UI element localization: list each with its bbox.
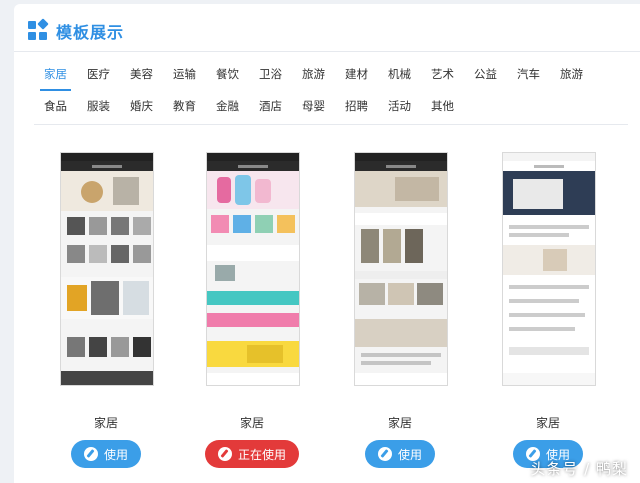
- template-label: 家居: [387, 416, 412, 430]
- category-tab[interactable]: 汽车: [507, 66, 550, 82]
- watermark: 头条号 / 鸭梨: [530, 460, 628, 478]
- category-filter: 家居 医疗 美容 运输 餐饮 卫浴 旅游 建材 机械 艺术 公益 汽车 旅游 食…: [34, 58, 614, 122]
- button-label: 使用: [103, 447, 128, 462]
- category-tab[interactable]: 医疗: [77, 66, 120, 82]
- template-preview-image[interactable]: [354, 152, 448, 386]
- page-title: 模板展示: [56, 23, 125, 42]
- category-tab[interactable]: 旅游: [292, 66, 335, 82]
- category-row-1: 家居 医疗 美容 运输 餐饮 卫浴 旅游 建材 机械 艺术 公益 汽车 旅游: [34, 58, 614, 91]
- button-label: 使用: [397, 447, 422, 462]
- category-tab[interactable]: 招聘: [335, 98, 378, 114]
- template-label: 家居: [93, 416, 118, 430]
- template-preview-image[interactable]: [502, 152, 596, 386]
- template-preview-image[interactable]: [206, 152, 300, 386]
- category-tab[interactable]: 公益: [464, 66, 507, 82]
- category-tab[interactable]: 教育: [163, 98, 206, 114]
- in-use-template-button[interactable]: 正在使用: [205, 440, 299, 468]
- category-divider: [34, 124, 628, 125]
- category-tab[interactable]: 家居: [34, 66, 77, 91]
- category-tab[interactable]: 建材: [335, 66, 378, 82]
- category-tab[interactable]: 酒店: [249, 98, 292, 114]
- grid-logo-icon: [28, 18, 49, 41]
- header-divider: [14, 51, 640, 52]
- category-tab[interactable]: 艺术: [421, 66, 464, 82]
- category-tab[interactable]: 卫浴: [249, 66, 292, 82]
- panel-header: 模板展示: [28, 18, 124, 44]
- category-tab[interactable]: 机械: [378, 66, 421, 82]
- category-tab[interactable]: 金融: [206, 98, 249, 114]
- category-tab[interactable]: 母婴: [292, 98, 335, 114]
- category-tab[interactable]: 婚庆: [120, 98, 163, 114]
- category-tab[interactable]: 服装: [77, 98, 120, 114]
- edit-icon: [377, 447, 392, 461]
- edit-icon: [217, 447, 232, 461]
- template-label: 家居: [239, 416, 264, 430]
- use-template-button[interactable]: 使用: [71, 440, 141, 468]
- category-tab[interactable]: 活动: [378, 98, 421, 114]
- category-tab[interactable]: 旅游: [550, 66, 593, 82]
- category-tab[interactable]: 美容: [120, 66, 163, 82]
- use-template-button[interactable]: 使用: [365, 440, 435, 468]
- edit-icon: [83, 447, 98, 461]
- category-tab[interactable]: 其他: [421, 98, 464, 114]
- category-tab[interactable]: 运输: [163, 66, 206, 82]
- template-label: 家居: [535, 416, 560, 430]
- category-row-2: 食品 服装 婚庆 教育 金融 酒店 母婴 招聘 活动 其他: [34, 90, 614, 122]
- category-tab[interactable]: 餐饮: [206, 66, 249, 82]
- button-label: 正在使用: [237, 447, 286, 462]
- template-panel: 模板展示 家居 医疗 美容 运输 餐饮 卫浴 旅游 建材 机械 艺术 公益 汽车…: [14, 4, 640, 483]
- category-tab[interactable]: 食品: [34, 98, 77, 114]
- template-preview-image[interactable]: [60, 152, 154, 386]
